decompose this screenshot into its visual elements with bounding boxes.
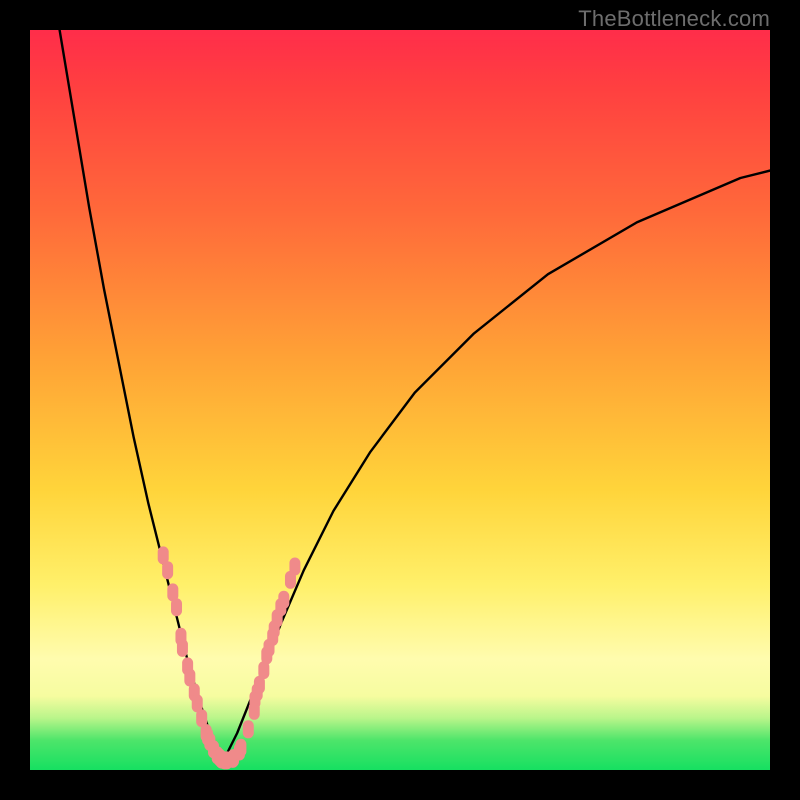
scatter-marker bbox=[177, 639, 188, 657]
plot-area bbox=[30, 30, 770, 770]
watermark-text: TheBottleneck.com bbox=[578, 6, 770, 32]
scatter-marker bbox=[278, 591, 289, 609]
curve-right-curve bbox=[222, 171, 770, 763]
scatter-marker bbox=[171, 598, 182, 616]
curves-svg bbox=[30, 30, 770, 770]
scatter-marker bbox=[289, 558, 300, 576]
chart-frame: TheBottleneck.com bbox=[0, 0, 800, 800]
scatter-marker bbox=[235, 739, 246, 757]
scatter-marker bbox=[162, 561, 173, 579]
curve-left-curve bbox=[60, 30, 223, 763]
scatter-marker bbox=[243, 720, 254, 738]
